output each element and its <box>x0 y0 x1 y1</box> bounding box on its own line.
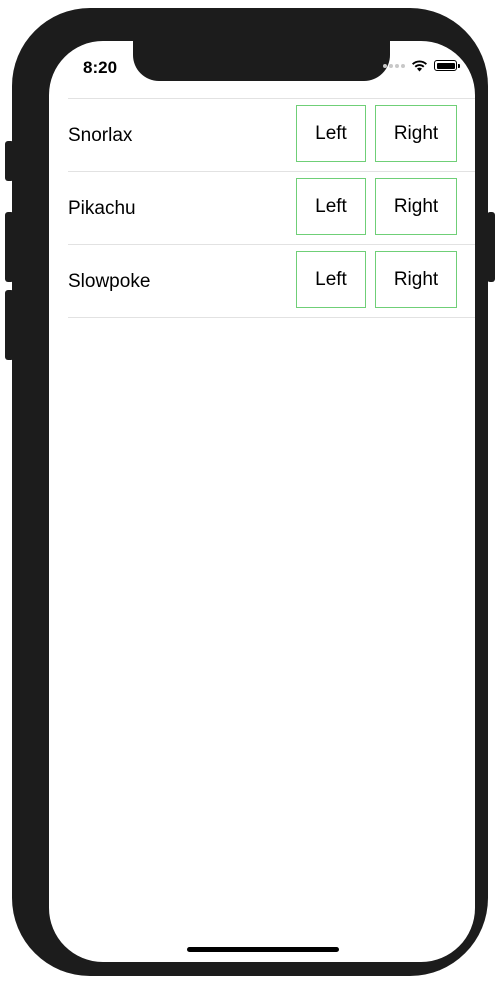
list-row: Snorlax Left Right <box>68 99 475 172</box>
left-button[interactable]: Left <box>296 251 366 308</box>
wifi-icon <box>412 60 427 72</box>
right-button[interactable]: Right <box>375 178 457 235</box>
list-row: Pikachu Left Right <box>68 172 475 245</box>
row-name: Pikachu <box>68 198 136 219</box>
device-frame: 8:20 Snorlax Left Right Pikachu Left Rig… <box>12 8 488 976</box>
notch <box>133 41 390 81</box>
left-button[interactable]: Left <box>296 178 366 235</box>
status-time: 8:20 <box>83 58 118 77</box>
right-button[interactable]: Right <box>375 251 457 308</box>
screen: 8:20 Snorlax Left Right Pikachu Left Rig… <box>49 41 475 962</box>
row-name: Slowpoke <box>68 271 151 292</box>
status-icons <box>383 59 460 72</box>
home-indicator[interactable] <box>187 947 339 952</box>
battery-icon <box>434 60 460 71</box>
cellular-signal-icon <box>383 63 405 68</box>
list-row: Slowpoke Left Right <box>68 245 475 318</box>
pokemon-list: Snorlax Left Right Pikachu Left Right Sl… <box>68 98 475 318</box>
left-button[interactable]: Left <box>296 105 366 162</box>
right-button[interactable]: Right <box>375 105 457 162</box>
power-button <box>487 212 495 282</box>
row-name: Snorlax <box>68 125 133 146</box>
